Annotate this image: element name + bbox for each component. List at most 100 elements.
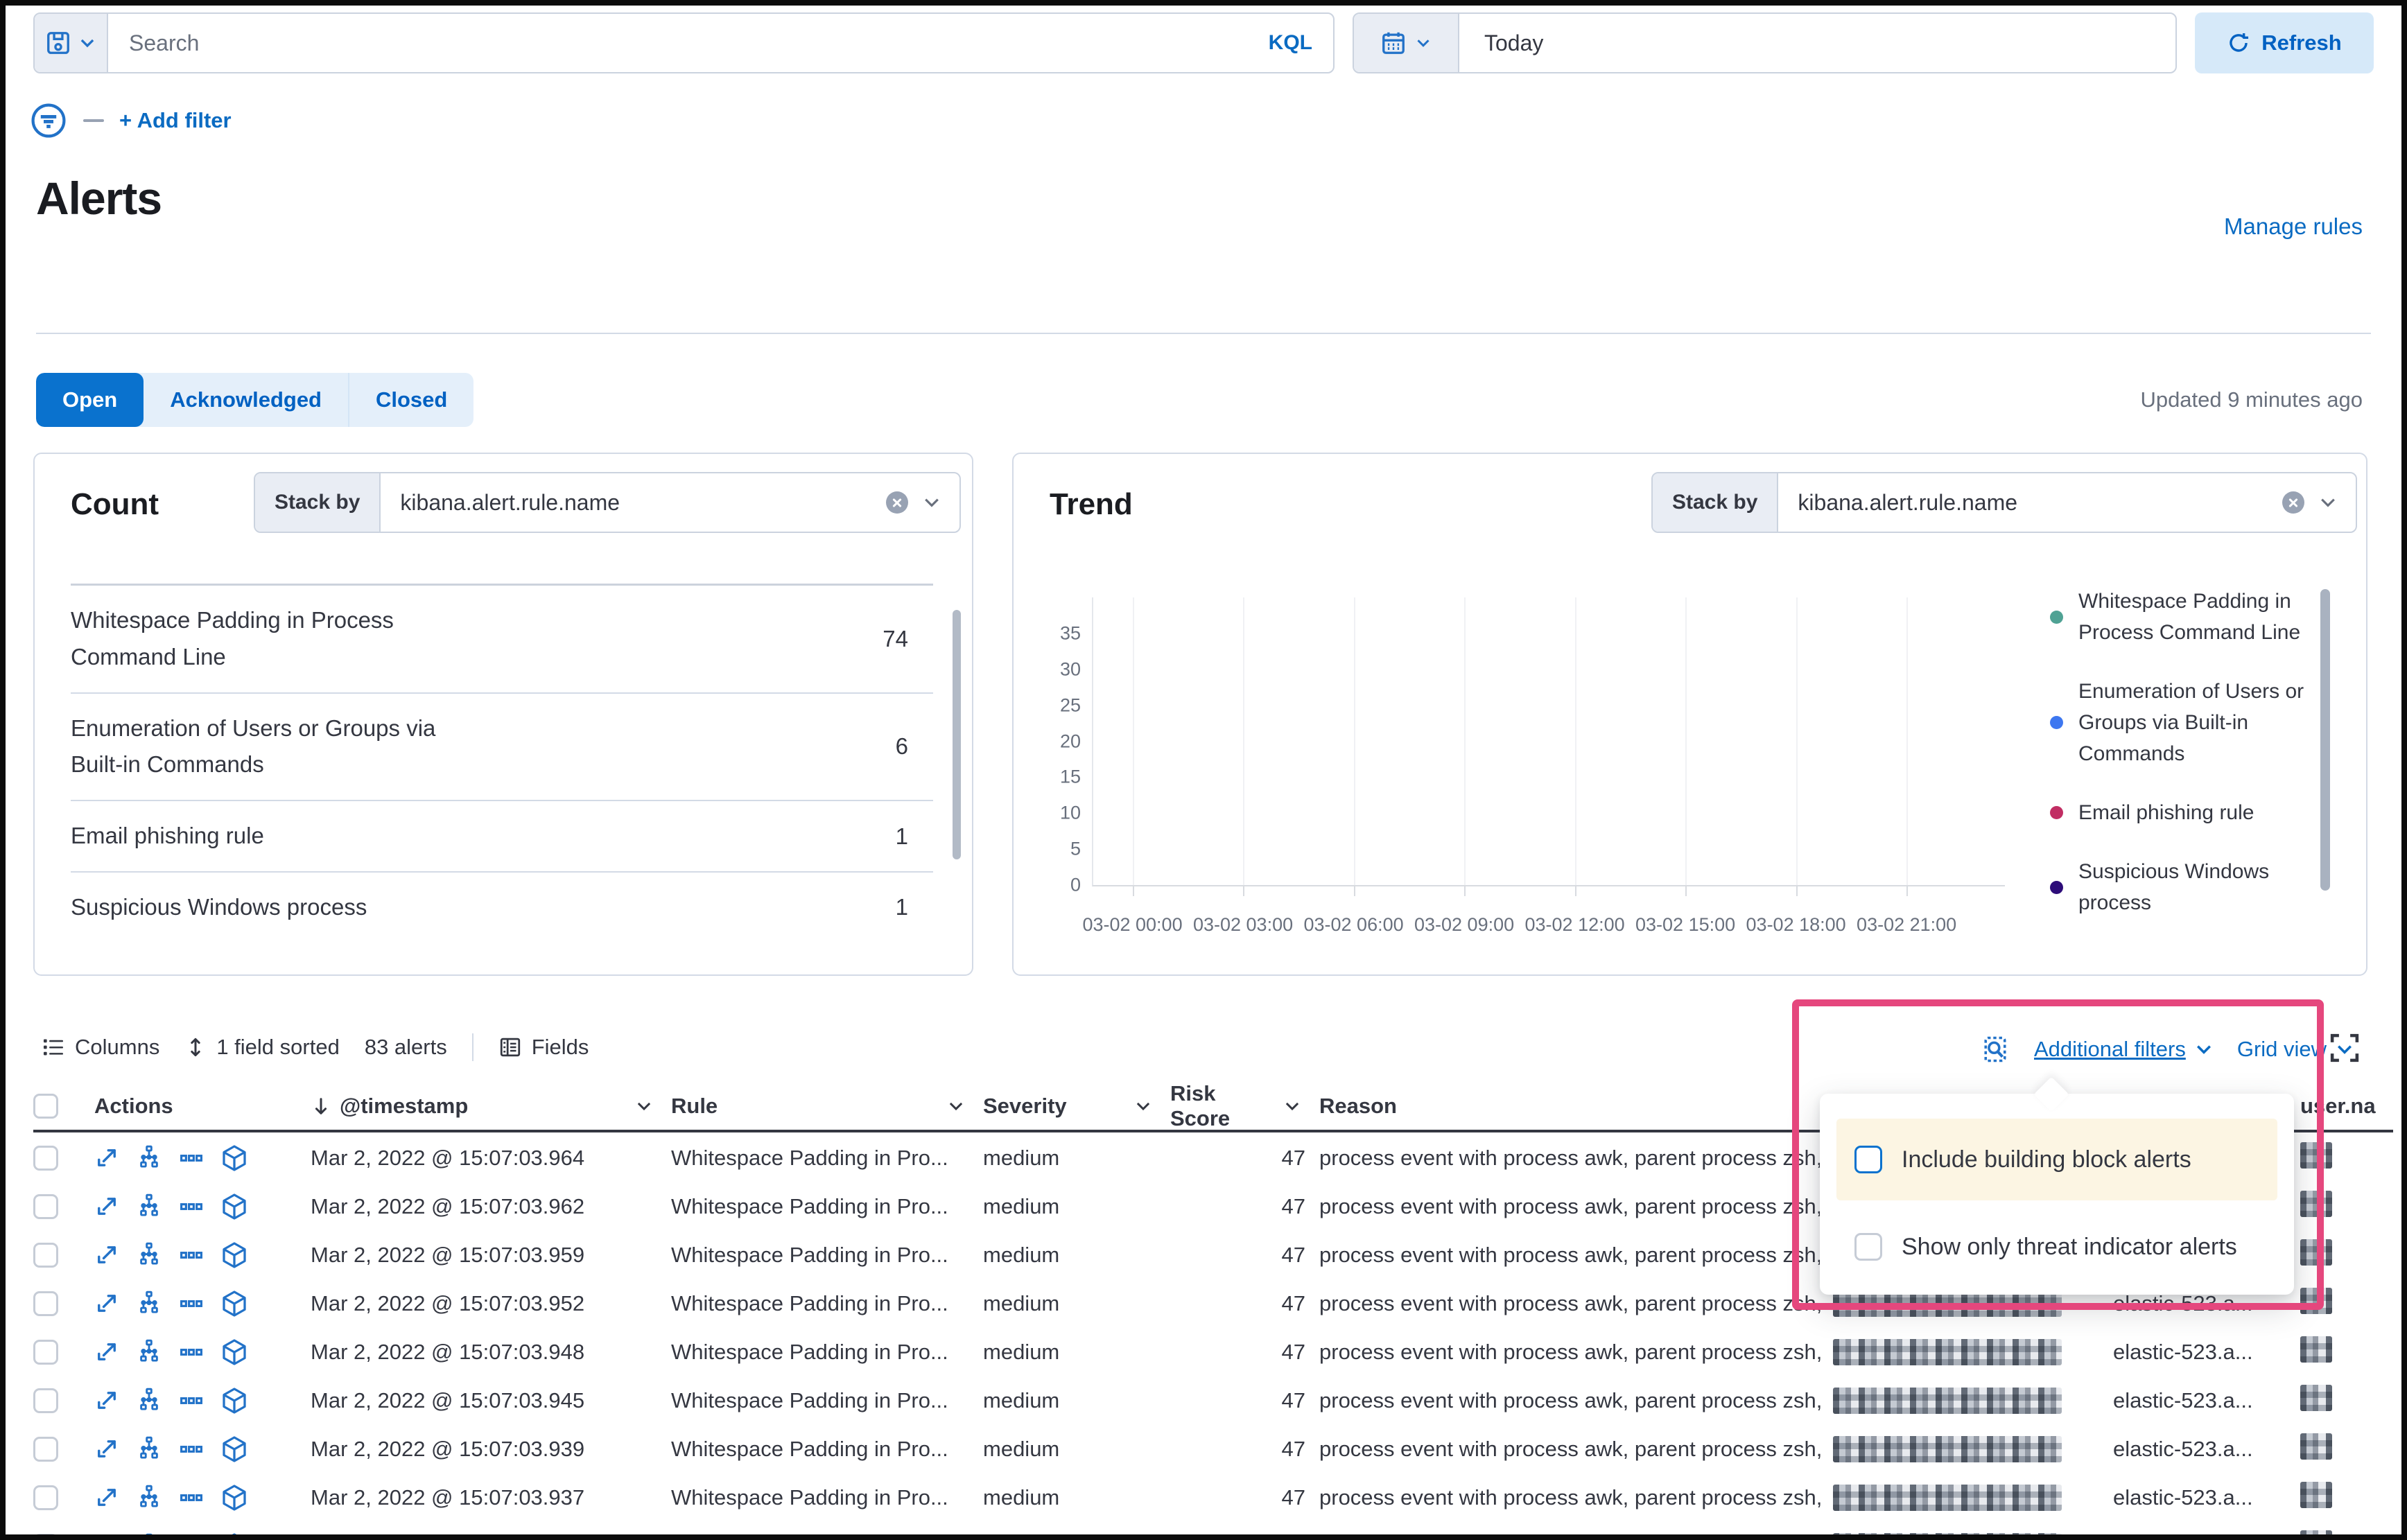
analyze-event-icon[interactable] (136, 1533, 162, 1534)
cell-host[interactable]: elastic-523.a... (2113, 1534, 2300, 1540)
add-filter-button[interactable]: + Add filter (119, 108, 232, 133)
manage-rules-link[interactable]: Manage rules (2224, 213, 2363, 240)
analyze-event-icon[interactable] (136, 1339, 162, 1365)
cell-timestamp[interactable]: Mar 2, 2022 @ 15:07:03.952 (311, 1291, 671, 1316)
row-checkbox[interactable] (33, 1534, 58, 1540)
analyze-event-icon[interactable] (136, 1485, 162, 1511)
expand-alert-icon[interactable] (94, 1291, 119, 1316)
more-actions-icon[interactable] (179, 1243, 204, 1268)
expand-alert-icon[interactable] (94, 1340, 119, 1365)
cell-timestamp[interactable]: Mar 2, 2022 @ 15:07:03.935 (311, 1534, 671, 1540)
cell-timestamp[interactable]: Mar 2, 2022 @ 15:07:03.962 (311, 1194, 671, 1219)
count-scrollbar[interactable] (953, 610, 961, 859)
more-actions-icon[interactable] (179, 1146, 204, 1171)
legend-item[interactable]: Whitespace Padding in Process Command Li… (2050, 586, 2310, 648)
investigate-in-timeline-icon[interactable] (220, 1484, 248, 1512)
legend-item[interactable]: Suspicious Windows process (2050, 856, 2310, 918)
row-checkbox[interactable] (33, 1243, 58, 1268)
legend-item[interactable]: Enumeration of Users or Groups via Built… (2050, 676, 2310, 769)
investigate-in-timeline-icon[interactable] (220, 1144, 248, 1172)
analyze-event-icon[interactable] (136, 1436, 162, 1462)
cell-timestamp[interactable]: Mar 2, 2022 @ 15:07:03.945 (311, 1388, 671, 1413)
legend-item[interactable]: Email phishing rule (2050, 797, 2310, 828)
expand-alert-icon[interactable] (94, 1534, 119, 1540)
analyze-event-icon[interactable] (136, 1290, 162, 1317)
row-checkbox[interactable] (33, 1485, 58, 1510)
column-menu-icon[interactable] (1134, 1097, 1152, 1115)
count-rule-name[interactable]: Suspicious Windows process (71, 889, 367, 926)
status-tab-acknowledged[interactable]: Acknowledged (144, 373, 349, 427)
search-input[interactable] (108, 30, 1248, 56)
cell-timestamp[interactable]: Mar 2, 2022 @ 15:07:03.964 (311, 1146, 671, 1171)
header-user[interactable]: user.na (2300, 1094, 2401, 1119)
fields-button[interactable]: Fields (498, 1035, 589, 1060)
investigate-in-timeline-icon[interactable] (220, 1387, 248, 1415)
cell-reason[interactable]: process event with process awk, parent p… (1319, 1485, 2113, 1511)
chevron-down-icon[interactable] (922, 493, 941, 512)
filter-option[interactable]: Include building block alerts (1836, 1119, 2277, 1200)
column-menu-icon[interactable] (1283, 1097, 1301, 1115)
cell-host[interactable]: elastic-523.a... (2113, 1340, 2300, 1365)
chevron-down-icon[interactable] (2318, 493, 2338, 512)
more-actions-icon[interactable] (179, 1437, 204, 1462)
cell-host[interactable]: elastic-523.a... (2113, 1388, 2300, 1413)
refresh-button[interactable]: Refresh (2195, 12, 2374, 73)
select-all-checkbox[interactable] (33, 1094, 58, 1119)
investigate-in-timeline-icon[interactable] (220, 1435, 248, 1463)
cell-host[interactable]: elastic-523.a... (2113, 1485, 2300, 1510)
investigate-in-timeline-icon[interactable] (220, 1193, 248, 1220)
more-actions-icon[interactable] (179, 1291, 204, 1316)
cell-rule[interactable]: Whitespace Padding in Pro... (671, 1534, 983, 1540)
row-checkbox[interactable] (33, 1388, 58, 1413)
trend-stack-by-select[interactable]: Stack by kibana.alert.rule.name (1651, 472, 2357, 533)
row-checkbox[interactable] (33, 1146, 58, 1171)
cell-rule[interactable]: Whitespace Padding in Pro... (671, 1388, 983, 1413)
more-actions-icon[interactable] (179, 1534, 204, 1540)
status-tab-closed[interactable]: Closed (349, 373, 473, 427)
expand-alert-icon[interactable] (94, 1437, 119, 1462)
cell-timestamp[interactable]: Mar 2, 2022 @ 15:07:03.939 (311, 1437, 671, 1462)
row-checkbox[interactable] (33, 1340, 58, 1365)
investigate-in-timeline-icon[interactable] (220, 1241, 248, 1269)
analyze-event-icon[interactable] (136, 1145, 162, 1171)
row-checkbox[interactable] (33, 1291, 58, 1316)
row-checkbox[interactable] (33, 1437, 58, 1462)
cell-host[interactable]: elastic-523.a... (2113, 1437, 2300, 1462)
expand-alert-icon[interactable] (94, 1388, 119, 1413)
fullscreen-icon[interactable] (2327, 1030, 2363, 1066)
more-actions-icon[interactable] (179, 1485, 204, 1510)
investigate-in-timeline-icon[interactable] (220, 1290, 248, 1318)
expand-alert-icon[interactable] (94, 1194, 119, 1219)
more-actions-icon[interactable] (179, 1194, 204, 1219)
cell-timestamp[interactable]: Mar 2, 2022 @ 15:07:03.948 (311, 1340, 671, 1365)
expand-alert-icon[interactable] (94, 1146, 119, 1171)
inspect-icon[interactable] (1980, 1034, 2010, 1065)
cell-reason[interactable]: process event with process awk, parent p… (1319, 1533, 2113, 1534)
cell-reason[interactable]: process event with process awk, parent p… (1319, 1388, 2113, 1414)
filter-option-checkbox[interactable] (1854, 1146, 1882, 1173)
more-actions-icon[interactable] (179, 1388, 204, 1413)
filter-set-icon[interactable] (29, 101, 68, 140)
cell-rule[interactable]: Whitespace Padding in Pro... (671, 1485, 983, 1510)
filter-option[interactable]: Show only threat indicator alerts (1836, 1217, 2277, 1277)
columns-button[interactable]: Columns (42, 1035, 159, 1060)
cell-rule[interactable]: Whitespace Padding in Pro... (671, 1146, 983, 1171)
expand-alert-icon[interactable] (94, 1243, 119, 1268)
cell-rule[interactable]: Whitespace Padding in Pro... (671, 1291, 983, 1316)
cell-rule[interactable]: Whitespace Padding in Pro... (671, 1437, 983, 1462)
header-severity[interactable]: Severity (983, 1094, 1170, 1119)
column-menu-icon[interactable] (947, 1097, 965, 1115)
cell-reason[interactable]: process event with process awk, parent p… (1319, 1339, 2113, 1365)
kql-button[interactable]: KQL (1248, 31, 1333, 55)
count-stack-by-select[interactable]: Stack by kibana.alert.rule.name (254, 472, 961, 533)
analyze-event-icon[interactable] (136, 1388, 162, 1414)
header-risk-score[interactable]: Risk Score (1170, 1081, 1319, 1131)
column-menu-icon[interactable] (635, 1097, 653, 1115)
expand-alert-icon[interactable] (94, 1485, 119, 1510)
cell-host[interactable]: elastic-523.a... (2113, 1291, 2300, 1316)
count-rule-name[interactable]: Whitespace Padding in Process Command Li… (71, 602, 459, 676)
date-range-value[interactable]: Today (1459, 30, 1543, 56)
status-tab-open[interactable]: Open (36, 373, 144, 427)
cell-timestamp[interactable]: Mar 2, 2022 @ 15:07:03.959 (311, 1243, 671, 1268)
sort-fields-button[interactable]: 1 field sorted (184, 1035, 340, 1060)
